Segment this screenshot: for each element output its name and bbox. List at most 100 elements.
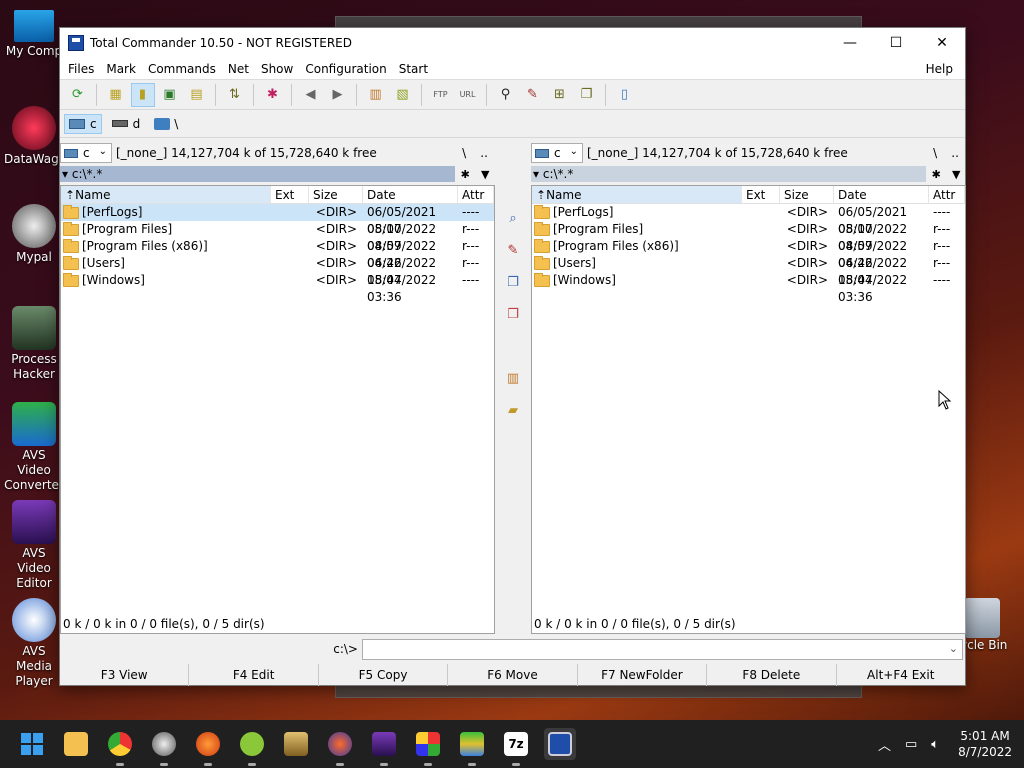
desktop-icon-process-hacker[interactable]: Process Hacker bbox=[4, 306, 64, 382]
start-button[interactable] bbox=[16, 728, 48, 760]
menu-configuration[interactable]: Configuration bbox=[299, 58, 392, 80]
file-row[interactable]: [Program Files] <DIR> 08/07/2022 04:59 r… bbox=[532, 221, 965, 253]
column-attr[interactable]: Attr bbox=[929, 186, 965, 203]
menu-start[interactable]: Start bbox=[393, 58, 434, 80]
history-dropdown-icon[interactable]: ▼ bbox=[481, 168, 489, 181]
current-path[interactable]: ▾ c:\*.* bbox=[531, 166, 926, 182]
column-size[interactable]: Size bbox=[780, 186, 834, 203]
file-row[interactable]: [Users] <DIR> 06/22/2022 15:44 r--- bbox=[61, 255, 494, 287]
desktop-icon-avs-video-editor[interactable]: AVS Video Editor bbox=[4, 500, 64, 591]
minimize-button[interactable]: — bbox=[827, 28, 873, 58]
parent-dir-button[interactable]: .. bbox=[480, 146, 488, 160]
back-arrow-icon[interactable]: ◀ bbox=[299, 83, 323, 107]
binoculars-icon[interactable]: ⚲ bbox=[494, 83, 518, 107]
file-list[interactable]: ⇡Name Ext Size Date Attr [PerfLogs] <DIR… bbox=[531, 185, 966, 634]
taskbar-disc-app[interactable] bbox=[324, 728, 356, 766]
column-size[interactable]: Size bbox=[309, 186, 363, 203]
network-icon[interactable]: ▭ bbox=[905, 737, 917, 752]
column-attr[interactable]: Attr bbox=[458, 186, 494, 203]
ftp-icon[interactable]: FTP bbox=[429, 83, 453, 107]
menu-show[interactable]: Show bbox=[255, 58, 299, 80]
menu-help[interactable]: Help bbox=[920, 58, 959, 80]
drive-button-c[interactable]: c bbox=[64, 113, 102, 134]
taskbar-total-commander[interactable] bbox=[544, 728, 576, 760]
desktop-icon-avs-media-player[interactable]: AVS Media Player bbox=[4, 598, 64, 689]
f4-edit-button[interactable]: F4 Edit bbox=[189, 664, 319, 686]
compare-dirs-icon[interactable]: ⊞ bbox=[548, 83, 572, 107]
copy-file-icon[interactable]: ❐ bbox=[503, 272, 523, 292]
forward-arrow-icon[interactable]: ▶ bbox=[326, 83, 350, 107]
title-bar[interactable]: Total Commander 10.50 - NOT REGISTERED —… bbox=[60, 28, 965, 58]
f5-copy-button[interactable]: F5 Copy bbox=[319, 664, 449, 686]
pack-files-icon[interactable]: ▥ bbox=[364, 83, 388, 107]
column-date[interactable]: Date bbox=[834, 186, 929, 203]
taskbar-file-explorer[interactable] bbox=[60, 728, 92, 760]
filter-star-icon[interactable]: ✱ bbox=[932, 168, 941, 181]
drive-button-d[interactable]: d bbox=[108, 114, 145, 134]
current-path[interactable]: ▾ c:\*.* bbox=[60, 166, 455, 182]
desktop-icon-avs-video-converter[interactable]: AVS Video Converter bbox=[4, 402, 64, 493]
taskbar-puzzle-app[interactable] bbox=[412, 728, 444, 766]
menu-mark[interactable]: Mark bbox=[100, 58, 142, 80]
desktop-icon-my-computer[interactable]: My Comp bbox=[4, 10, 64, 59]
command-input[interactable]: ⌄ bbox=[362, 638, 963, 660]
file-list[interactable]: ⇡Name Ext Size Date Attr [PerfLogs] <DIR… bbox=[60, 185, 495, 634]
desktop-icon-datawago[interactable]: DataWago bbox=[4, 106, 66, 167]
taskbar-7zip[interactable]: 7z bbox=[500, 728, 532, 766]
column-name[interactable]: ⇡Name bbox=[61, 186, 271, 203]
file-row[interactable]: [Windows] <DIR> 08/07/2022 03:36 ---- bbox=[61, 272, 494, 304]
maximize-button[interactable]: ☐ bbox=[873, 28, 919, 58]
unpack-files-icon[interactable]: ▧ bbox=[391, 83, 415, 107]
file-row[interactable]: [Program Files (x86)] <DIR> 08/07/2022 0… bbox=[61, 238, 494, 270]
f6-move-button[interactable]: F6 Move bbox=[448, 664, 578, 686]
root-dir-button[interactable]: \ bbox=[462, 146, 466, 160]
column-ext[interactable]: Ext bbox=[271, 186, 309, 203]
move-file-icon[interactable]: ❐ bbox=[503, 304, 523, 324]
pack-icon[interactable]: ▥ bbox=[503, 368, 523, 388]
chevron-up-icon[interactable]: ︿ bbox=[878, 735, 891, 754]
taskbar-video-app[interactable] bbox=[368, 728, 400, 766]
menu-net[interactable]: Net bbox=[222, 58, 255, 80]
refresh-icon[interactable]: ⟳ bbox=[66, 83, 90, 107]
root-dir-button[interactable]: \ bbox=[933, 146, 937, 160]
edit-file-icon[interactable]: ✎ bbox=[503, 240, 523, 260]
f3-view-button[interactable]: F3 View bbox=[60, 664, 190, 686]
notepad-icon[interactable]: ▯ bbox=[613, 83, 637, 107]
menu-files[interactable]: Files bbox=[62, 58, 100, 80]
chevron-down-icon[interactable]: ⌄ bbox=[949, 642, 958, 655]
parent-dir-button[interactable]: .. bbox=[951, 146, 959, 160]
file-row[interactable]: [Windows] <DIR> 08/07/2022 03:36 ---- bbox=[532, 272, 965, 304]
thumbnails-icon[interactable]: ▣ bbox=[158, 83, 182, 107]
f8-delete-button[interactable]: F8 Delete bbox=[707, 664, 837, 686]
file-row[interactable]: [PerfLogs] <DIR> 06/05/2021 05:10 ---- bbox=[532, 204, 965, 236]
drive-dropdown[interactable]: c ⌄ bbox=[531, 143, 583, 163]
column-ext[interactable]: Ext bbox=[742, 186, 780, 203]
clock[interactable]: 5:01 AM 8/7/2022 bbox=[958, 728, 1012, 760]
filter-star-icon[interactable]: ✱ bbox=[461, 168, 470, 181]
taskbar-bluestacks[interactable] bbox=[456, 728, 488, 766]
view-file-icon[interactable]: ⌕ bbox=[503, 208, 523, 228]
sync-dirs-icon[interactable]: ⇅ bbox=[223, 83, 247, 107]
full-view-icon[interactable]: ▮ bbox=[130, 82, 155, 107]
desktop-icon-mypal[interactable]: Mypal bbox=[4, 204, 64, 265]
file-row[interactable]: [Program Files] <DIR> 08/07/2022 04:59 r… bbox=[61, 221, 494, 253]
copy-names-icon[interactable]: ❐ bbox=[575, 83, 599, 107]
alt-f4-exit-button[interactable]: Alt+F4 Exit bbox=[837, 664, 965, 686]
new-folder-icon[interactable]: ▰ bbox=[503, 400, 523, 420]
url-icon[interactable]: URL bbox=[456, 83, 480, 107]
column-name[interactable]: ⇡Name bbox=[532, 186, 742, 203]
brief-view-icon[interactable]: ▦ bbox=[104, 83, 128, 107]
menu-commands[interactable]: Commands bbox=[142, 58, 222, 80]
file-row[interactable]: [PerfLogs] <DIR> 06/05/2021 05:10 ---- bbox=[61, 204, 494, 236]
taskbar-audio-app[interactable] bbox=[192, 728, 224, 766]
tree-view-icon[interactable]: ▤ bbox=[185, 83, 209, 107]
taskbar-chrome[interactable] bbox=[104, 728, 136, 766]
multi-rename-icon[interactable]: ✎ bbox=[521, 83, 545, 107]
taskbar-keys-app[interactable] bbox=[280, 728, 312, 760]
file-row[interactable]: [Program Files (x86)] <DIR> 08/07/2022 0… bbox=[532, 238, 965, 270]
history-dropdown-icon[interactable]: ▼ bbox=[952, 168, 960, 181]
mark-files-icon[interactable]: ✱ bbox=[261, 83, 285, 107]
volume-icon[interactable]: 🔈︎ bbox=[931, 737, 939, 752]
column-date[interactable]: Date bbox=[363, 186, 458, 203]
f7-newfolder-button[interactable]: F7 NewFolder bbox=[578, 664, 708, 686]
